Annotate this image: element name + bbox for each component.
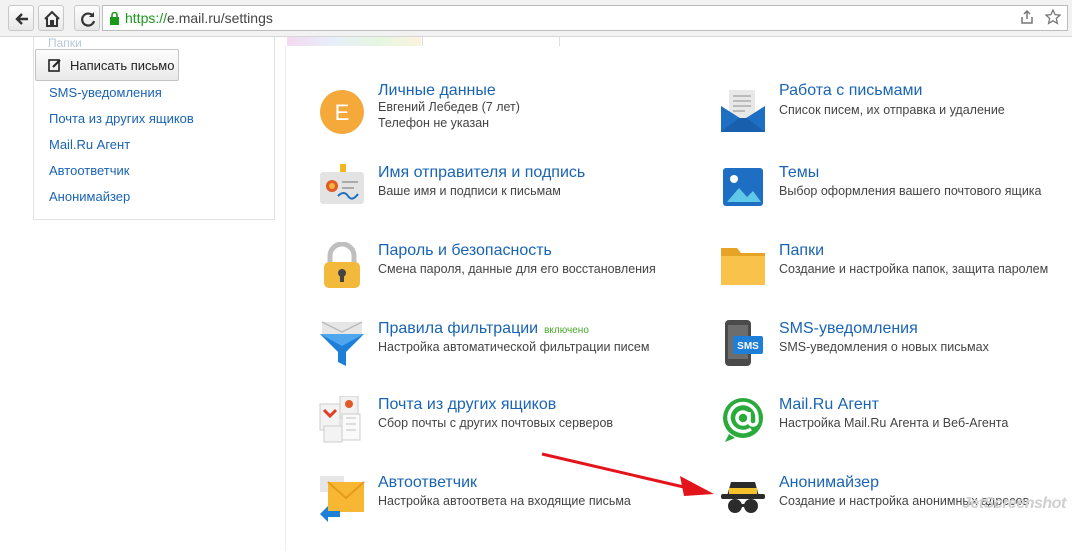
annotation-arrow	[541, 452, 714, 496]
collector-icon	[319, 396, 361, 443]
compose-label: Написать письмо	[70, 58, 175, 73]
avatar-letter: E	[335, 100, 350, 125]
setting-agent[interactable]: Mail.Ru Агент Настройка Mail.Ru Агента и…	[719, 396, 1072, 456]
url-text: https://e.mail.ru/settings	[125, 10, 273, 26]
sms-badge-text: SMS	[737, 341, 759, 352]
theme-strip	[287, 37, 421, 46]
setting-password[interactable]: Пароль и безопасность Смена пароля, данн…	[318, 242, 678, 302]
padlock-icon	[324, 242, 360, 288]
divider	[559, 37, 560, 46]
share-icon[interactable]	[1019, 9, 1035, 25]
sidebar-item-folders[interactable]: Папки	[48, 36, 82, 50]
address-bar[interactable]: https://e.mail.ru/settings	[102, 5, 1068, 31]
setting-title[interactable]: Почта из других ящиков	[378, 396, 556, 414]
setting-personal-data[interactable]: E Личные данные Евгений Лебедев (7 лет) …	[318, 82, 678, 148]
signature-icon	[320, 164, 364, 204]
setting-desc: Настройка Mail.Ru Агента и Веб-Агента	[779, 416, 1009, 430]
setting-desc: SMS-уведомления о новых письмах	[779, 340, 989, 354]
setting-title[interactable]: Папки	[779, 242, 824, 260]
setting-signature[interactable]: Имя отправителя и подпись Ваше имя и под…	[318, 164, 678, 224]
reload-button[interactable]	[74, 5, 100, 31]
filter-icon	[320, 321, 364, 366]
setting-desc: Евгений Лебедев (7 лет)	[378, 100, 520, 114]
setting-desc: Настройка автоматической фильтрации писе…	[378, 340, 650, 354]
sidebar-item-anonymizer[interactable]: Анонимайзер	[49, 189, 194, 215]
browser-toolbar: https://e.mail.ru/settings	[0, 0, 1072, 37]
bookmark-star-icon[interactable]	[1045, 9, 1061, 25]
folder-icon	[721, 248, 765, 285]
setting-title[interactable]: Темы	[779, 164, 819, 182]
setting-desc: Сбор почты с других почтовых серверов	[378, 416, 614, 430]
setting-title[interactable]: Mail.Ru Агент	[779, 396, 879, 414]
setting-title[interactable]: Личные данные	[378, 82, 496, 100]
back-arrow-icon	[15, 13, 28, 25]
setting-themes[interactable]: Темы Выбор оформления вашего почтового я…	[719, 164, 1072, 224]
themes-icon	[723, 168, 763, 206]
setting-filters[interactable]: Правила фильтрации включено Настройка авт…	[318, 320, 678, 380]
setting-sms[interactable]: SMS SMS-уведомления SMS-уведомления о но…	[719, 320, 1072, 380]
sidebar-item-autoreply[interactable]: Автоответчик	[49, 163, 194, 189]
divider	[422, 37, 423, 46]
setting-title[interactable]: Анонимайзер	[779, 474, 879, 492]
setting-desc: Список писем, их отправка и удаление	[779, 103, 1005, 117]
setting-desc: Смена пароля, данные для его восстановле…	[378, 262, 656, 276]
reload-icon	[81, 12, 96, 27]
setting-collector[interactable]: Почта из других ящиков Сбор почты с друг…	[318, 396, 678, 456]
sidebar-item-collector[interactable]: Почта из других ящиков	[49, 111, 194, 137]
home-icon	[44, 10, 60, 27]
sidebar-item-agent[interactable]: Mail.Ru Агент	[49, 137, 194, 163]
phone-sms-icon: SMS	[725, 320, 763, 366]
avatar-icon: E	[320, 90, 364, 134]
setting-mail-work[interactable]: Работа с письмами Список писем, их отпра…	[719, 82, 1072, 148]
autoreply-icon	[320, 476, 365, 522]
home-button[interactable]	[38, 5, 64, 31]
anonymizer-spy-icon	[721, 482, 765, 513]
setting-desc: Ваше имя и подписи к письмам	[378, 184, 561, 198]
setting-title[interactable]: Имя отправителя и подпись	[378, 164, 585, 182]
agent-at-icon	[723, 398, 763, 442]
back-button[interactable]	[8, 5, 34, 31]
setting-title[interactable]: Правила фильтрации включено	[378, 320, 589, 338]
watermark: JetScreenshot	[962, 495, 1066, 512]
setting-title[interactable]: Пароль и безопасность	[378, 242, 552, 260]
setting-title[interactable]: SMS-уведомления	[779, 320, 918, 338]
status-badge: включено	[544, 325, 589, 336]
setting-desc: Выбор оформления вашего почтового ящика	[779, 184, 1042, 198]
setting-desc-phone: Телефон не указан	[378, 116, 490, 130]
mail-work-icon	[721, 90, 765, 132]
sidebar-links: SMS-уведомления Почта из других ящиков M…	[49, 85, 194, 215]
compose-pencil-icon	[48, 59, 61, 72]
compose-button[interactable]: Написать письмо	[35, 49, 179, 81]
sidebar-item-sms[interactable]: SMS-уведомления	[49, 85, 194, 111]
setting-title[interactable]: Работа с письмами	[779, 82, 922, 100]
setting-title[interactable]: Автоответчик	[378, 474, 477, 492]
secure-lock-icon	[110, 12, 119, 25]
setting-desc: Создание и настройка папок, защита парол…	[779, 262, 1049, 276]
setting-folders[interactable]: Папки Создание и настройка папок, защита…	[719, 242, 1072, 302]
